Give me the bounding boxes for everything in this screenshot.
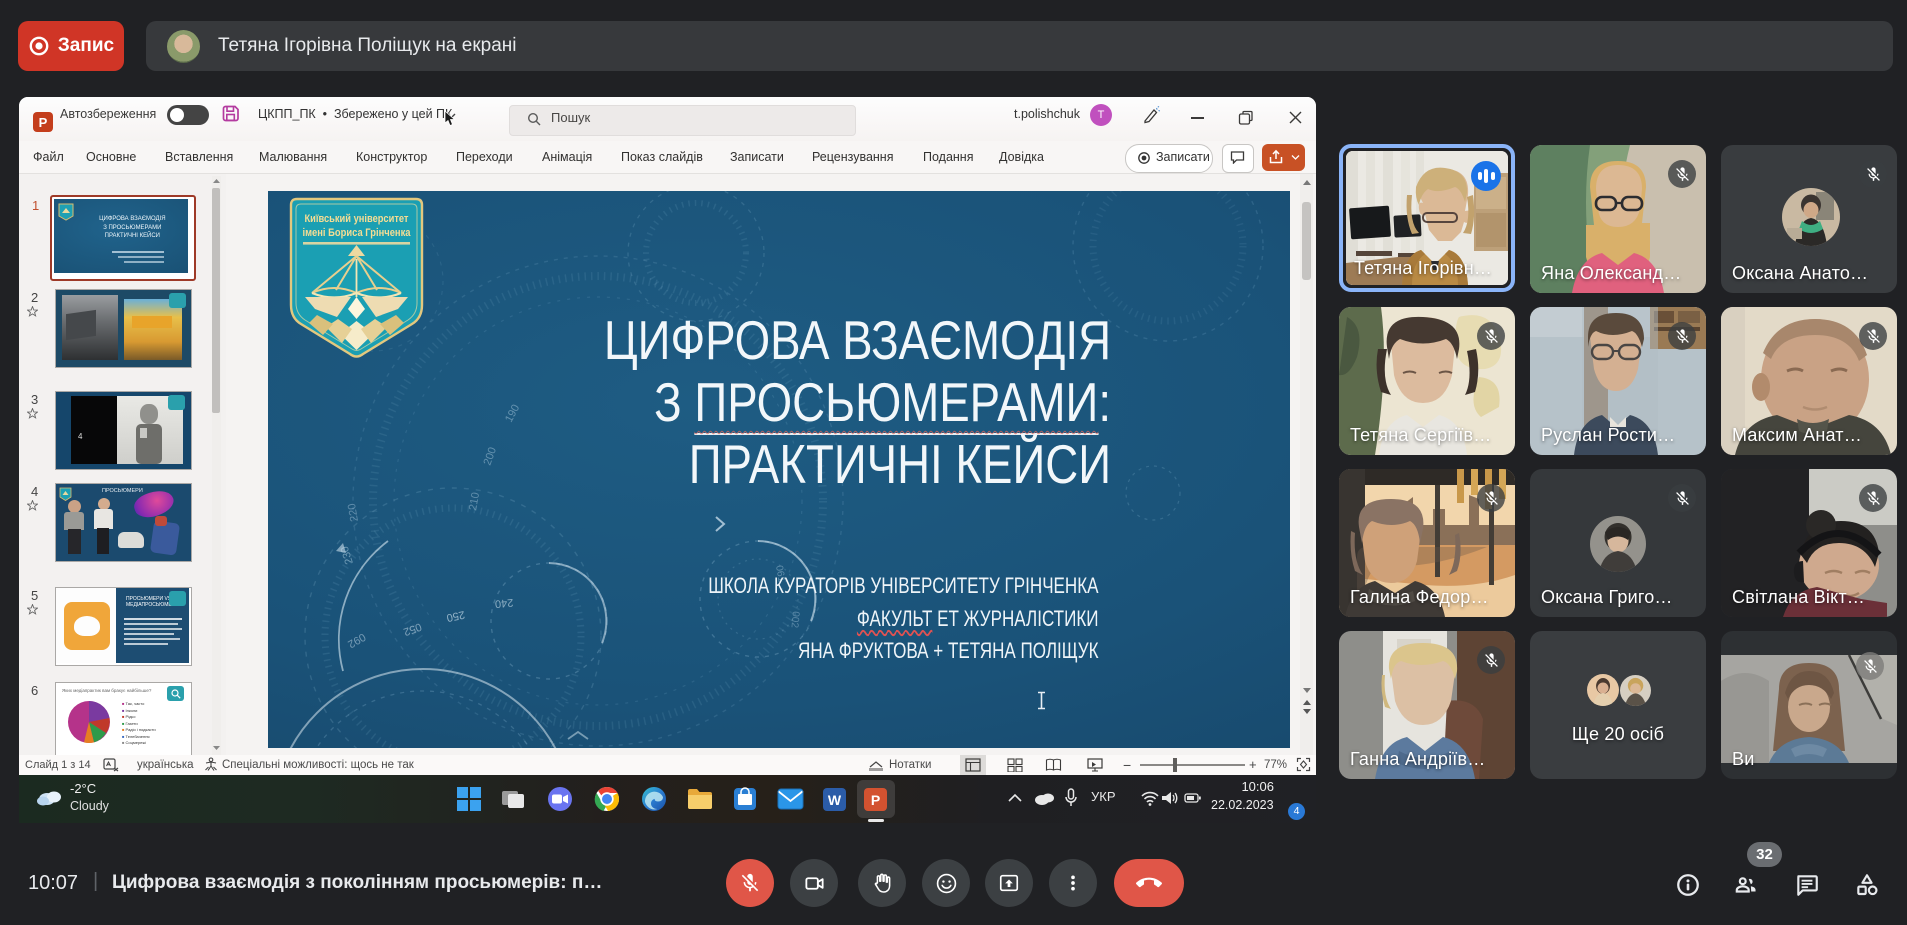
svg-text:240: 240	[494, 596, 513, 610]
svg-text:092: 092	[346, 630, 368, 650]
svg-text:P: P	[871, 792, 880, 808]
svg-text:190: 190	[503, 403, 522, 425]
svg-text:220: 220	[346, 502, 361, 522]
svg-text:W: W	[828, 792, 842, 808]
svg-text:250: 250	[445, 608, 465, 624]
svg-text:210: 210	[467, 491, 482, 511]
svg-text:імені Бориса Грінченка: імені Бориса Грінченка	[303, 227, 412, 239]
svg-text:Київський університет: Київський університет	[305, 213, 410, 225]
svg-text:230: 230	[339, 545, 356, 566]
svg-text:200: 200	[482, 446, 500, 467]
svg-text:P: P	[39, 115, 48, 130]
